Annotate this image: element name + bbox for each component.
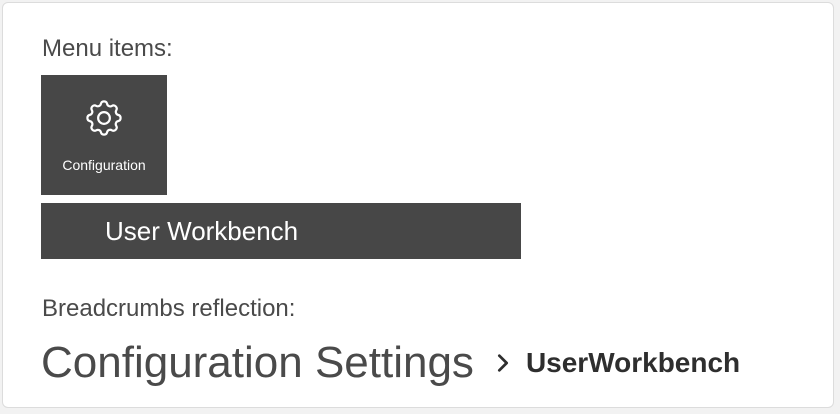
card: Menu items: Configuration User Workbench…: [2, 2, 834, 408]
breadcrumb-root[interactable]: Configuration Settings: [41, 341, 474, 385]
chevron-right-icon: [497, 354, 508, 372]
gear-icon: [86, 100, 122, 136]
menu-items-heading: Menu items:: [42, 35, 173, 62]
user-workbench-label: User Workbench: [105, 216, 299, 246]
configuration-menu-tile[interactable]: Configuration: [41, 75, 167, 195]
breadcrumbs-heading: Breadcrumbs reflection:: [42, 295, 296, 322]
breadcrumb-current: UserWorkbench: [525, 347, 741, 378]
user-workbench-menu-item[interactable]: User Workbench: [41, 203, 521, 259]
breadcrumb: Configuration Settings UserWorkbench: [41, 335, 740, 391]
configuration-tile-label: Configuration: [62, 157, 146, 173]
